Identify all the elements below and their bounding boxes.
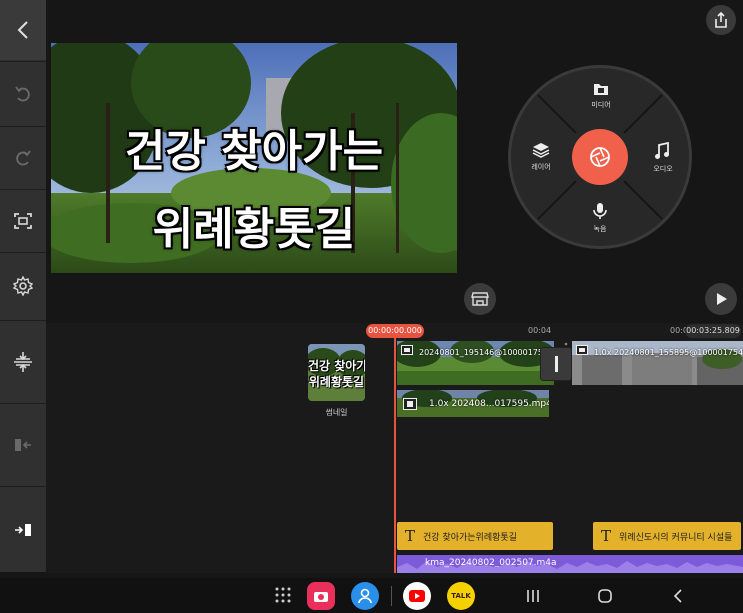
recent-apps-button[interactable]: [526, 588, 540, 607]
undo-icon: [15, 86, 30, 102]
text-layer-icon: T: [405, 527, 416, 545]
video-clip-icon: [576, 345, 588, 355]
audio-button[interactable]: 오디오: [641, 138, 685, 178]
thumbnail-clip[interactable]: 건강 찾아가 위례황톳길: [308, 344, 365, 401]
media-folder-icon: [594, 84, 608, 95]
chevron-left-icon: [673, 589, 682, 603]
asset-store-button[interactable]: [464, 283, 496, 315]
video-clip-1[interactable]: 20240801_195146@1000017591: [397, 341, 554, 385]
clip-1-name: 20240801_195146@1000017591: [419, 348, 554, 357]
caption-clip-1[interactable]: T 건강 찾아가는위례황톳길: [397, 522, 553, 550]
caption-clip-2[interactable]: T 위례신도시의 커뮤니티 시설들: [593, 522, 741, 550]
trim-start-icon: [15, 439, 31, 451]
camera-shutter-icon: [590, 147, 610, 167]
music-note-icon: [655, 142, 669, 159]
back-button[interactable]: [0, 0, 46, 60]
current-time-badge: 00:00:00.000: [366, 324, 424, 338]
kakaotalk-app-icon[interactable]: TALK: [447, 582, 475, 610]
preview-title-line1: 건강 찾아가는: [124, 125, 384, 178]
apps-grid-icon[interactable]: [275, 587, 291, 607]
total-time-badge: 00:03:25.809: [685, 324, 741, 338]
trim-end-icon: [15, 523, 31, 536]
record-button[interactable]: 녹음: [575, 200, 625, 240]
trim-right-button[interactable]: [0, 487, 46, 572]
share-icon: [715, 12, 727, 28]
transition-handle[interactable]: [540, 347, 572, 381]
home-button[interactable]: [598, 588, 612, 607]
left-toolbar: [0, 0, 46, 572]
transition-bar-icon: [554, 356, 558, 372]
playhead[interactable]: [394, 338, 396, 573]
video-clip-2[interactable]: 1.0x 20240801_155895@1000017545.mp: [572, 341, 743, 385]
media-wheel-menu: 미디어 레이어 오디오 녹음: [508, 65, 692, 249]
thumbnail-label: 썸네일: [325, 408, 348, 417]
settings-button[interactable]: [0, 253, 46, 319]
recent-apps-icon: [527, 590, 539, 602]
home-icon: [598, 589, 612, 603]
audio-label: 오디오: [653, 165, 673, 173]
overlay-clip-name: 1.0x 202408...017595.mp4: [429, 399, 549, 409]
camera-app-icon[interactable]: [307, 582, 335, 610]
video-clip-icon: [401, 345, 413, 355]
trim-left-button[interactable]: [0, 404, 46, 486]
share-button[interactable]: [706, 5, 736, 35]
caption-2-text: 위례신도시의 커뮤니티 시설들: [619, 532, 733, 543]
media-label: 미디어: [591, 101, 611, 109]
text-layer-icon: T: [601, 527, 612, 545]
record-label: 녹음: [593, 225, 607, 233]
caption-1-text: 건강 찾아가는위례황톳길: [423, 532, 517, 543]
overlay-video-clip[interactable]: 1.0x 202408...017595.mp4: [397, 390, 549, 417]
capture-button[interactable]: [0, 190, 46, 252]
undo-button[interactable]: [0, 62, 46, 126]
clip-2-name: 1.0x 20240801_155895@1000017545.mp: [594, 348, 743, 357]
system-back-button[interactable]: [672, 588, 684, 607]
split-icon: [14, 352, 32, 372]
kakaotalk-label: TALK: [451, 592, 471, 600]
redo-button[interactable]: [0, 127, 46, 189]
ruler-tick-label: 00:04: [528, 326, 552, 335]
contacts-app-icon[interactable]: [351, 582, 379, 610]
audio-clip[interactable]: kma_20240802_002507.m4a: [397, 555, 743, 573]
chevron-left-icon: [17, 21, 28, 39]
capture-frame-icon: [14, 213, 32, 229]
thumbnail-text: 건강 찾아가 위례황톳길: [308, 359, 365, 389]
layer-label: 레이어: [531, 163, 551, 171]
youtube-app-icon[interactable]: [403, 582, 431, 610]
store-icon: [471, 292, 489, 306]
layer-button[interactable]: 레이어: [519, 138, 563, 178]
video-preview[interactable]: 건강 찾아가는 위례황톳길: [51, 43, 457, 273]
redo-icon: [16, 150, 31, 166]
media-button[interactable]: 미디어: [573, 78, 629, 118]
play-icon: [717, 293, 727, 305]
split-track-button[interactable]: [0, 321, 46, 403]
gear-icon: [13, 276, 33, 296]
video-clip-icon: [403, 398, 417, 410]
layers-icon: [532, 143, 550, 158]
preview-title-line2: 위례황톳길: [152, 203, 356, 256]
capture-center-button[interactable]: [572, 129, 628, 185]
audio-clip-name: kma_20240802_002507.m4a: [425, 558, 557, 568]
system-navigation-bar: TALK: [0, 578, 743, 613]
dock-divider: [391, 586, 392, 606]
microphone-icon: [593, 203, 607, 219]
play-button[interactable]: [705, 283, 737, 315]
